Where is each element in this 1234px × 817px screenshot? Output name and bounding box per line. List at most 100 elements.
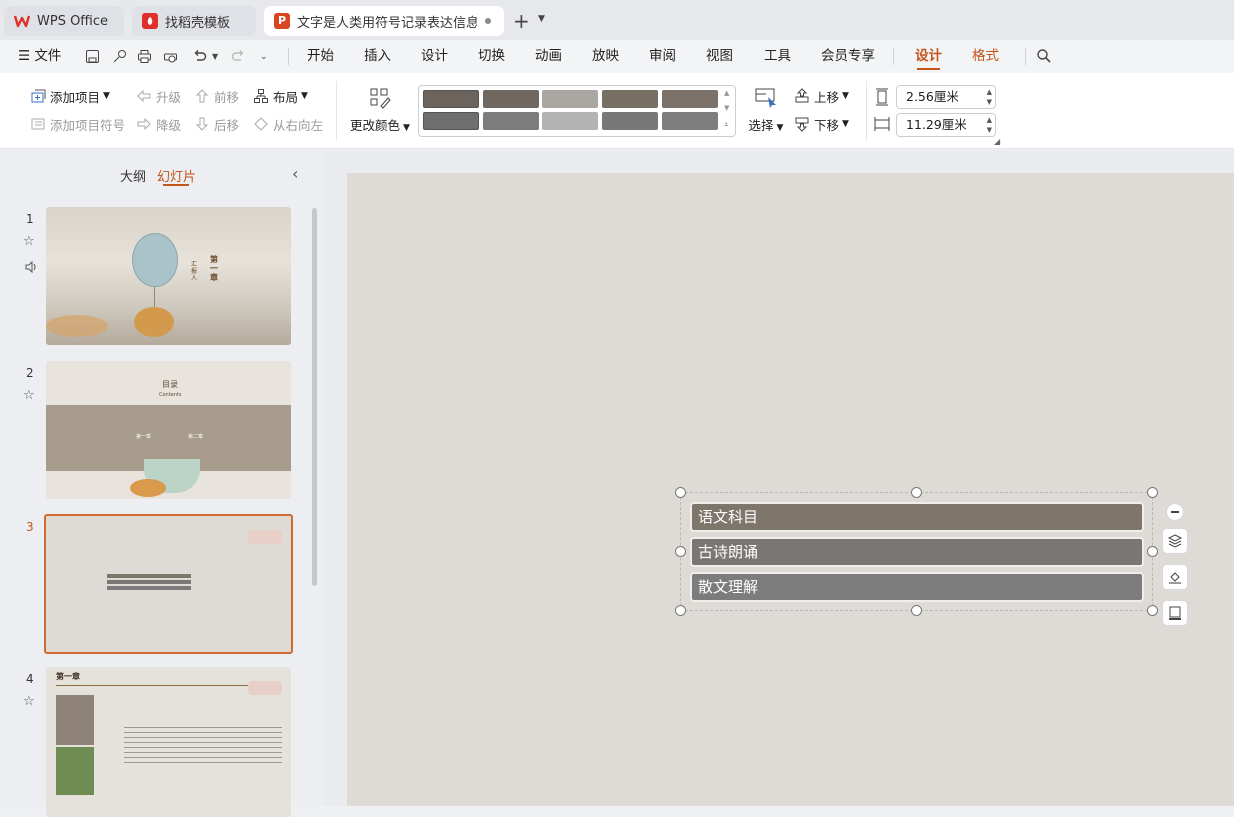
menu-member[interactable]: 会员专享 (821, 40, 875, 73)
resize-handle[interactable] (675, 487, 686, 498)
style-swatch[interactable] (602, 90, 658, 108)
menu-bar: ☰ 文件 ▼ ⌄ 开始 插入 设计 切换 动画 放映 审阅 视图 工具 会员专享… (0, 40, 1234, 73)
panel-scrollbar[interactable] (312, 208, 317, 586)
move-back-button[interactable]: 后移 (194, 113, 239, 135)
redo-icon[interactable] (231, 49, 246, 64)
slide-thumbnail-4[interactable]: 第一章 (46, 667, 291, 817)
collapse-toolbar-button[interactable] (1166, 503, 1184, 521)
tab-template-store[interactable]: 找稻壳模板 (132, 6, 256, 36)
undo-dropdown-icon[interactable]: ▼ (212, 52, 218, 61)
demote-label: 降级 (156, 117, 182, 133)
gallery-scroll-up-icon[interactable]: ▲ (724, 89, 729, 97)
resize-handle[interactable] (1147, 605, 1158, 616)
demote-button[interactable]: 降级 (136, 113, 181, 135)
style-swatch[interactable] (423, 90, 479, 108)
style-swatch[interactable] (483, 90, 539, 108)
resize-handle[interactable] (675, 546, 686, 557)
print-preview-icon[interactable] (163, 49, 178, 64)
right-to-left-button[interactable]: 从右向左 (253, 113, 323, 135)
shape-height-input[interactable]: 2.56厘米 ▲ ▼ (896, 85, 996, 109)
resize-handle[interactable] (1147, 546, 1158, 557)
menu-slideshow[interactable]: 放映 (592, 40, 619, 73)
smartart-item[interactable]: 古诗朗诵 (690, 537, 1144, 567)
menu-review[interactable]: 审阅 (649, 40, 676, 73)
search-icon[interactable] (1036, 48, 1052, 64)
move-down-button[interactable]: 下移 ▼ (794, 113, 849, 135)
change-color-button[interactable]: 更改颜色 ▼ (349, 87, 411, 134)
ribbon-divider (866, 81, 867, 141)
style-swatch[interactable] (662, 90, 718, 108)
decor-illustration (248, 681, 282, 695)
menu-transition[interactable]: 切换 (478, 40, 505, 73)
style-swatch[interactable] (483, 112, 539, 130)
outline-style-button[interactable] (1162, 600, 1188, 626)
save-icon[interactable] (85, 49, 100, 64)
style-swatch[interactable] (423, 112, 479, 130)
gallery-scroll-down-icon[interactable]: ▼ (724, 104, 729, 112)
menu-animation[interactable]: 动画 (535, 40, 562, 73)
add-item-button[interactable]: 添加项目 ▼ (30, 85, 110, 107)
share-icon[interactable] (112, 49, 127, 64)
move-forward-label: 前移 (214, 89, 240, 105)
smartart-style-gallery[interactable]: ▲ ▼ ⩡ (418, 85, 736, 137)
gallery-expand-icon[interactable]: ⩡ (724, 120, 729, 130)
menu-format[interactable]: 格式 (972, 40, 999, 73)
file-menu[interactable]: ☰ 文件 (18, 40, 61, 73)
style-swatch[interactable] (542, 90, 598, 108)
spin-up-icon[interactable]: ▲ (987, 116, 992, 125)
style-swatch[interactable] (542, 112, 598, 130)
star-icon[interactable]: ☆ (23, 694, 35, 709)
slide1-chapter-text: 第一章 (210, 255, 218, 282)
star-icon[interactable]: ☆ (23, 234, 35, 249)
slide-thumbnail-2[interactable]: 目录 Contents 第一章 第二章 (46, 361, 291, 499)
add-bullet-button[interactable]: 添加项目符号 (30, 113, 125, 135)
menu-tools[interactable]: 工具 (764, 40, 791, 73)
slide-thumbnail-1[interactable]: 第一章 汇报人 (46, 207, 291, 345)
tab-wps-office[interactable]: WPS Office (4, 6, 124, 36)
smartart-item[interactable]: 散文理解 (690, 572, 1144, 602)
shape-width-input[interactable]: 11.29厘米 ▲ ▼ (896, 113, 996, 137)
tab-current-document[interactable]: P 文字是人类用符号记录表达信息以 (264, 6, 504, 36)
audio-icon[interactable] (24, 260, 38, 274)
resize-handle[interactable] (911, 487, 922, 498)
menu-design[interactable]: 设计 (421, 40, 448, 73)
add-item-label: 添加项目 (50, 89, 101, 105)
undo-icon[interactable] (192, 49, 207, 64)
fill-style-button[interactable] (1162, 564, 1188, 590)
move-up-button[interactable]: 上移 ▼ (794, 85, 849, 107)
move-up-label: 上移 (814, 89, 840, 105)
resize-handle[interactable] (1147, 487, 1158, 498)
collapse-panel-chevron-icon[interactable]: ‹ (292, 164, 298, 183)
demote-arrow-icon (137, 117, 151, 131)
resize-handle[interactable] (675, 605, 686, 616)
ribbon-divider (336, 81, 337, 141)
mini-bar (107, 574, 191, 578)
menu-view[interactable]: 视图 (706, 40, 733, 73)
menu-home[interactable]: 开始 (307, 40, 334, 73)
print-icon[interactable] (137, 49, 152, 64)
new-tab-plus-icon[interactable]: + (513, 9, 530, 33)
current-slide[interactable] (347, 173, 1234, 806)
slide-thumbnail-3-selected[interactable] (44, 514, 293, 654)
promote-button[interactable]: 升级 (136, 85, 181, 107)
move-forward-button[interactable]: 前移 (194, 85, 239, 107)
slides-tab[interactable]: 幻灯片 (157, 166, 196, 185)
quick-access-more-icon[interactable]: ⌄ (260, 52, 268, 62)
resize-handle[interactable] (911, 605, 922, 616)
menu-insert[interactable]: 插入 (364, 40, 391, 73)
layers-button[interactable] (1162, 528, 1188, 554)
spin-up-icon[interactable]: ▲ (987, 88, 992, 97)
spin-down-icon[interactable]: ▼ (987, 98, 992, 107)
spin-down-icon[interactable]: ▼ (987, 126, 992, 135)
menu-smartart-design[interactable]: 设计 (915, 40, 942, 73)
select-button[interactable]: 选择 ▼ (746, 87, 786, 134)
style-swatch[interactable] (662, 112, 718, 130)
star-icon[interactable]: ☆ (23, 388, 35, 403)
layout-button[interactable]: 布局 ▼ (253, 85, 308, 107)
size-dialog-launcher-icon[interactable]: ◢ (994, 137, 1000, 146)
tab-list-chevron-icon[interactable]: ▼ (538, 14, 545, 24)
style-swatch[interactable] (602, 112, 658, 130)
smartart-item[interactable]: 语文科目 (690, 502, 1144, 532)
outline-tab[interactable]: 大纲 (120, 166, 146, 185)
change-color-label: 更改颜色 (350, 118, 401, 133)
